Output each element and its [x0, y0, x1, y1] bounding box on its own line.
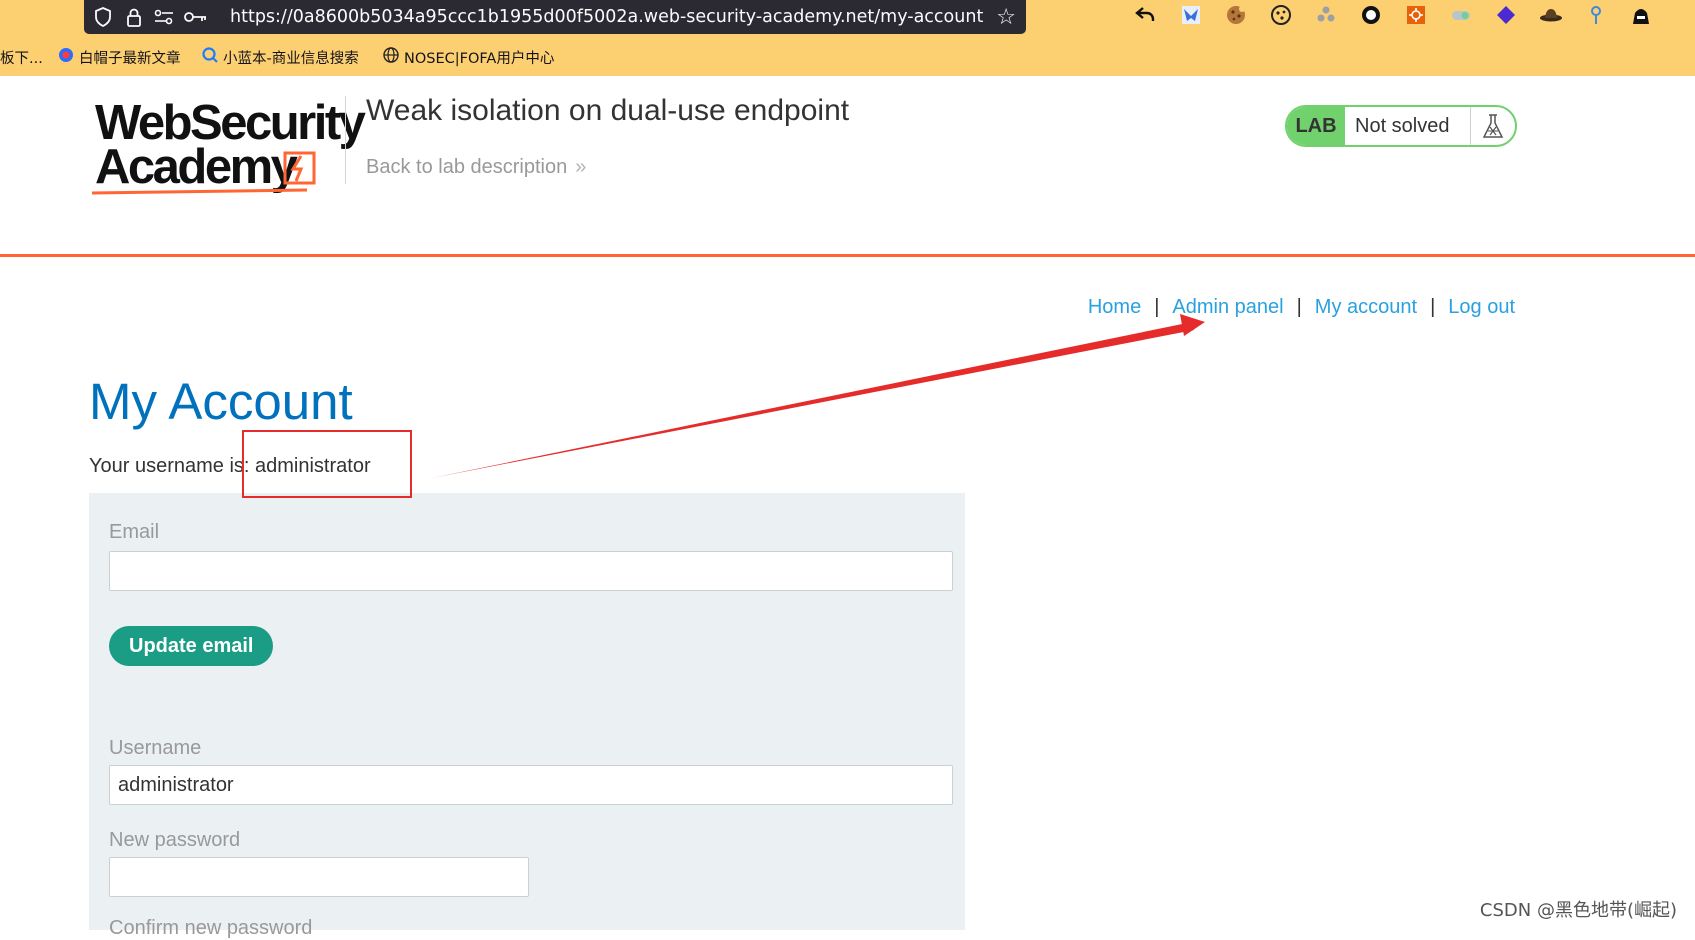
- csdn-watermark: CSDN @黑色地带(崛起): [1479, 900, 1677, 921]
- annotation-arrow: [432, 314, 1205, 478]
